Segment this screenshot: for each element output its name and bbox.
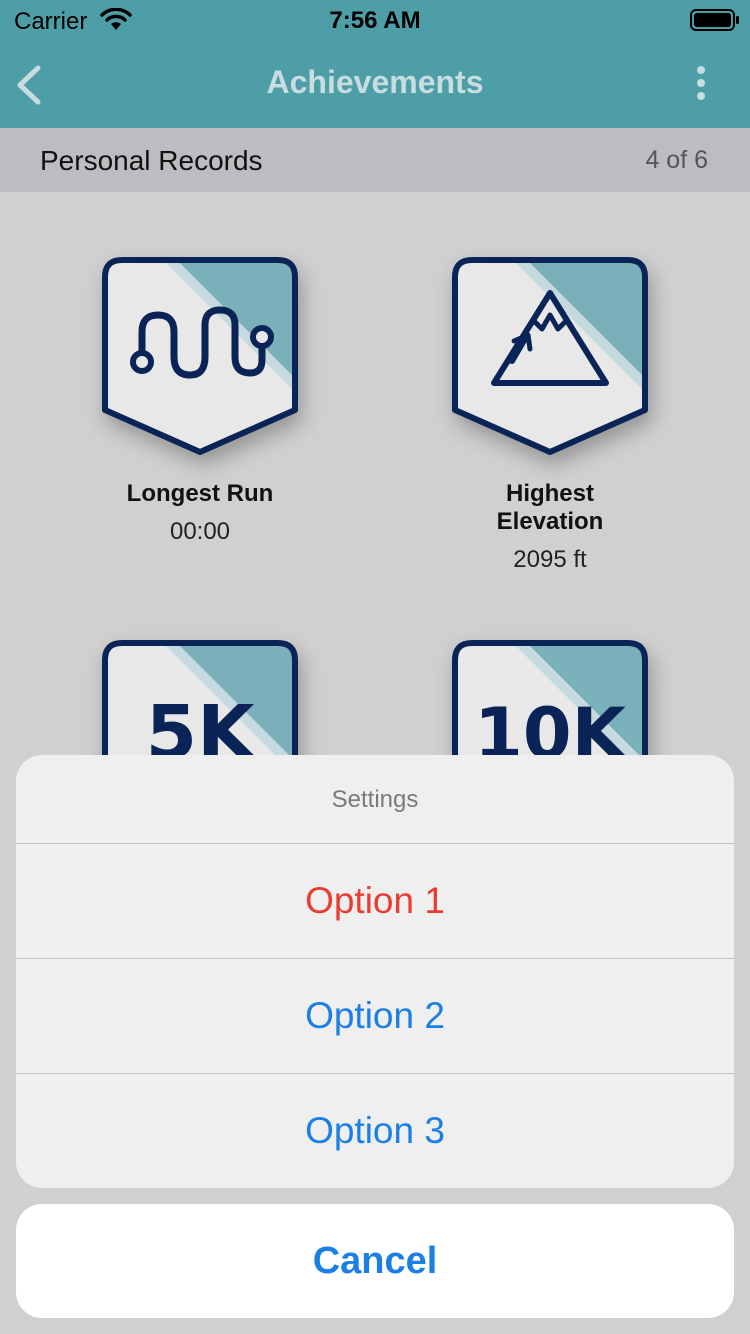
badge-label: Longest Run	[126, 480, 274, 507]
badge-value: 00:00	[169, 518, 231, 545]
status-time: 7:56 AM	[329, 7, 421, 34]
section-title: Personal Records	[40, 145, 263, 176]
cancel-button[interactable]: Cancel	[16, 1204, 734, 1318]
badge-label: Highest Elevation	[496, 480, 604, 535]
page-title: Achievements	[266, 64, 484, 100]
section-header: Personal Records 4 of 6	[0, 128, 750, 192]
action-sheet: Settings Option 1 Option 2 Option 3	[16, 755, 734, 1188]
section-count: 4 of 6	[645, 146, 708, 174]
status-bar: Carrier 7:56 AM	[0, 0, 750, 40]
action-sheet-title: Settings	[16, 755, 734, 844]
navigation-bar: Achievements	[0, 40, 750, 128]
badge-longest-run[interactable]: Longest Run 00:00	[100, 255, 300, 546]
battery-icon	[690, 9, 739, 31]
route-squiggle-icon	[102, 257, 298, 455]
option-1-button[interactable]: Option 1	[16, 844, 734, 959]
vertical-ellipsis-icon[interactable]	[688, 64, 714, 104]
badge-value: 2095 ft	[513, 546, 587, 573]
option-2-button[interactable]: Option 2	[16, 959, 734, 1074]
badge-highest-elevation[interactable]: Highest Elevation 2095 ft	[450, 255, 650, 574]
mountain-icon	[452, 257, 648, 455]
option-3-button[interactable]: Option 3	[16, 1074, 734, 1188]
